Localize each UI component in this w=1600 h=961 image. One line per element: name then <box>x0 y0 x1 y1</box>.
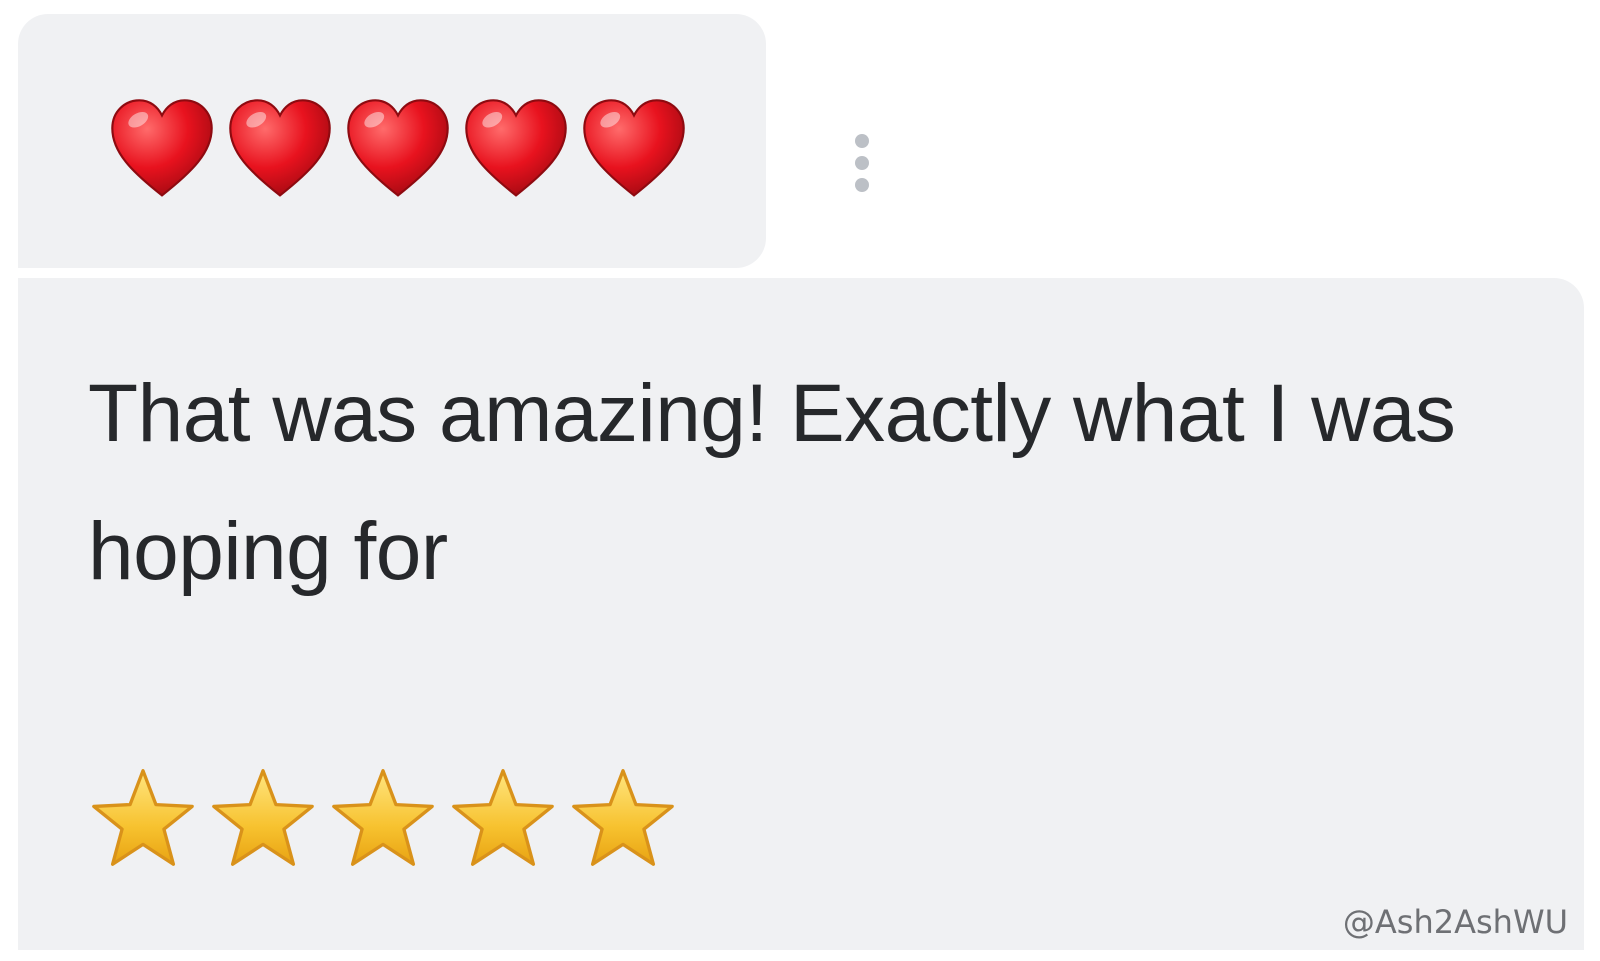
ellipsis-dot <box>855 156 869 170</box>
ellipsis-dot <box>855 134 869 148</box>
star-icon <box>212 769 314 866</box>
heart-reactions <box>108 96 688 204</box>
red-heart-icon <box>583 99 685 197</box>
star-icon <box>92 769 194 866</box>
star-icon <box>572 769 674 866</box>
reaction-bubble <box>18 14 766 268</box>
message-text: That was amazing! Exactly what I was hop… <box>88 368 1456 597</box>
star-icon <box>332 769 434 866</box>
ellipsis-dot <box>855 178 869 192</box>
red-heart-icon <box>347 99 449 197</box>
red-heart-icon <box>229 99 331 197</box>
red-heart-icon <box>465 99 567 197</box>
watermark: @Ash2AshWU <box>1342 903 1568 941</box>
star-rating <box>88 763 678 873</box>
red-heart-icon <box>111 99 213 197</box>
more-options-button[interactable] <box>842 128 882 198</box>
star-icon <box>452 769 554 866</box>
